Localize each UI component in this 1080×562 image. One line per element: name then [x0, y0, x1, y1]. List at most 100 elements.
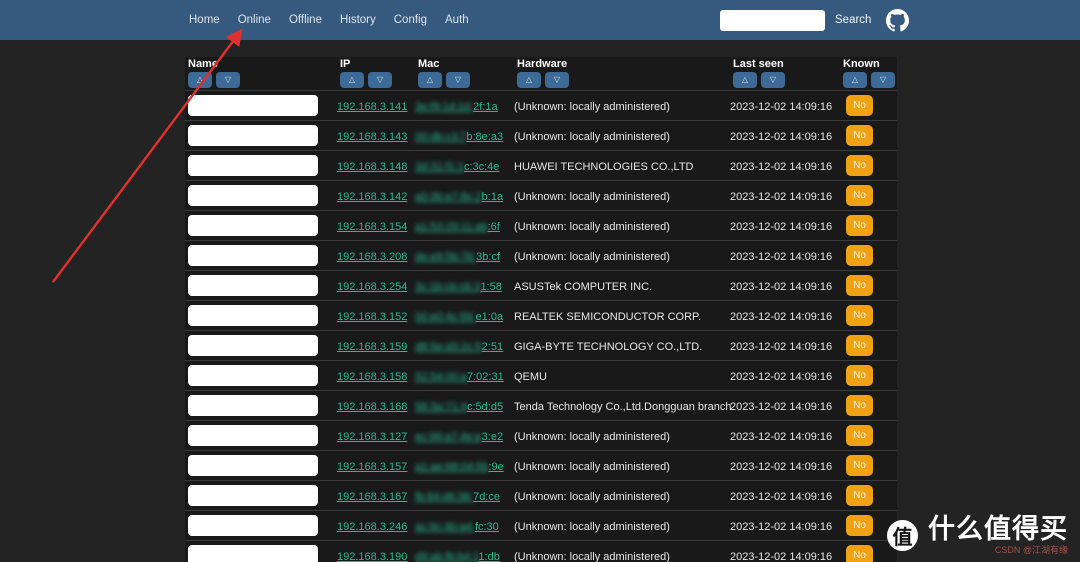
known-toggle-button[interactable]: No: [846, 395, 873, 416]
name-input[interactable]: [188, 455, 318, 476]
sort-desc-button[interactable]: ▽: [216, 72, 240, 88]
known-toggle-button[interactable]: No: [846, 155, 873, 176]
mac-link[interactable]: 00:e0:4c:59:e1:0a: [415, 311, 503, 323]
ip-link[interactable]: 192.168.3.158: [337, 371, 407, 383]
hardware-cell: (Unknown: locally administered): [510, 547, 725, 562]
mac-link[interactable]: 00:db:c3:7b:8e:a3: [415, 131, 503, 143]
known-toggle-button[interactable]: No: [846, 215, 873, 236]
mac-link[interactable]: 3e:f9:1d:1d:2f:1a: [415, 101, 498, 113]
known-toggle-button[interactable]: No: [846, 275, 873, 296]
sort-asc-button[interactable]: △: [517, 72, 541, 88]
ip-link[interactable]: 192.168.3.142: [337, 191, 407, 203]
ip-link[interactable]: 192.168.3.208: [337, 251, 407, 263]
ip-link[interactable]: 192.168.3.127: [337, 431, 407, 443]
name-input[interactable]: [188, 485, 318, 506]
known-toggle-button[interactable]: No: [846, 425, 873, 446]
sort-asc-button[interactable]: △: [340, 72, 364, 88]
name-input[interactable]: [188, 185, 318, 206]
name-input[interactable]: [188, 95, 318, 116]
name-input[interactable]: [188, 335, 318, 356]
sort-desc-button[interactable]: ▽: [545, 72, 569, 88]
name-input[interactable]: [188, 275, 318, 296]
sort-asc-button[interactable]: △: [188, 72, 212, 88]
mac-link[interactable]: ac:9c:4b:a4:fc:30: [415, 521, 499, 533]
sort-asc-button[interactable]: △: [843, 72, 867, 88]
ip-link[interactable]: 192.168.3.154: [337, 221, 407, 233]
mac-link[interactable]: a1:ae:68:04:5b:9e: [415, 461, 504, 473]
name-input[interactable]: [188, 365, 318, 386]
mac-link[interactable]: 58:3a:71:4c:5d:d5: [415, 401, 503, 413]
nav-item-home[interactable]: Home: [189, 14, 220, 26]
mac-masked-part: ec:99:a7:4e:e: [415, 430, 482, 443]
known-toggle-button[interactable]: No: [846, 185, 873, 206]
known-toggle-button[interactable]: No: [846, 515, 873, 536]
mac-link[interactable]: d9:ab:fb:b4:11:db: [415, 551, 500, 562]
mac-link[interactable]: d8:5e:d3:2c:52:51: [415, 341, 503, 353]
ip-link[interactable]: 192.168.3.141: [337, 101, 407, 113]
name-input[interactable]: [188, 125, 318, 146]
known-toggle-button[interactable]: No: [846, 365, 873, 386]
mac-link[interactable]: ec:99:a7:4e:e3:e2: [415, 431, 503, 443]
mac-link[interactable]: a1:53:29:11:ab:6f: [415, 221, 500, 233]
column-label: Mac: [418, 58, 440, 70]
mac-link[interactable]: 3d:31:f1:1c:3c:4e: [415, 161, 499, 173]
ip-link[interactable]: 192.168.3.190: [337, 551, 407, 562]
name-input[interactable]: [188, 545, 318, 562]
known-toggle-button[interactable]: No: [846, 545, 873, 562]
known-cell: No: [840, 95, 897, 116]
name-input[interactable]: [188, 245, 318, 266]
mac-link[interactable]: 52:54:00:a7:02:31: [415, 371, 504, 383]
last-seen-cell: 2023-12-02 14:09:16: [725, 457, 840, 475]
name-input[interactable]: [188, 215, 318, 236]
ip-link[interactable]: 192.168.3.159: [337, 341, 407, 353]
nav-item-history[interactable]: History: [340, 14, 376, 26]
ip-link[interactable]: 192.168.3.254: [337, 281, 407, 293]
name-input[interactable]: [188, 155, 318, 176]
ip-link[interactable]: 192.168.3.148: [337, 161, 407, 173]
known-toggle-button[interactable]: No: [846, 455, 873, 476]
mac-link[interactable]: fb:84:d6:38:7d:ce: [415, 491, 500, 503]
last-seen-cell: 2023-12-02 14:09:16: [725, 337, 840, 355]
sort-desc-button[interactable]: ▽: [446, 72, 470, 88]
known-toggle-button[interactable]: No: [846, 305, 873, 326]
mac-link[interactable]: 3c:1b:cb:cb:31:58: [415, 281, 502, 293]
mac-link[interactable]: a0:3b:e7:8c:2b:1a: [415, 191, 503, 203]
name-input[interactable]: [188, 425, 318, 446]
name-input[interactable]: [188, 515, 318, 536]
mac-masked-part: a1:ae:68:04:5b: [415, 460, 489, 473]
ip-link[interactable]: 192.168.3.143: [337, 131, 407, 143]
hardware-vendor: (Unknown: locally administered): [514, 520, 670, 533]
last-seen-timestamp: 2023-12-02 14:09:16: [730, 430, 833, 443]
github-icon[interactable]: [886, 8, 910, 32]
column-header-known: Known △ ▽: [840, 58, 897, 90]
known-toggle-button[interactable]: No: [846, 95, 873, 116]
smzdm-logo-icon: 值: [887, 519, 918, 551]
ip-link[interactable]: 192.168.3.168: [337, 401, 407, 413]
sort-desc-button[interactable]: ▽: [368, 72, 392, 88]
name-input[interactable]: [188, 305, 318, 326]
sort-asc-button[interactable]: △: [733, 72, 757, 88]
ip-link[interactable]: 192.168.3.167: [337, 491, 407, 503]
mac-masked-part: 52:54:00:a: [415, 370, 467, 383]
nav-item-offline[interactable]: Offline: [289, 14, 322, 26]
mac-visible-part: 7d:ce: [473, 490, 501, 503]
nav-item-config[interactable]: Config: [394, 14, 427, 26]
mac-link[interactable]: de:e9:5b:7b:3b:cf: [415, 251, 500, 263]
search-button[interactable]: Search: [835, 14, 871, 26]
sort-asc-button[interactable]: △: [418, 72, 442, 88]
search-input[interactable]: [720, 9, 825, 31]
sort-desc-button[interactable]: ▽: [871, 72, 895, 88]
ip-link[interactable]: 192.168.3.152: [337, 311, 407, 323]
nav-item-auth[interactable]: Auth: [445, 14, 469, 26]
sort-desc-button[interactable]: ▽: [761, 72, 785, 88]
ip-link[interactable]: 192.168.3.157: [337, 461, 407, 473]
nav-item-online[interactable]: Online: [238, 14, 271, 26]
known-toggle-button[interactable]: No: [846, 125, 873, 146]
last-seen-timestamp: 2023-12-02 14:09:16: [730, 310, 833, 323]
known-toggle-button[interactable]: No: [846, 335, 873, 356]
known-toggle-button[interactable]: No: [846, 485, 873, 506]
name-input[interactable]: [188, 395, 318, 416]
table-row: 192.168.3.246 ac:9c:4b:a4:fc:30 (Unknown: …: [185, 510, 897, 540]
known-toggle-button[interactable]: No: [846, 245, 873, 266]
ip-link[interactable]: 192.168.3.246: [337, 521, 407, 533]
